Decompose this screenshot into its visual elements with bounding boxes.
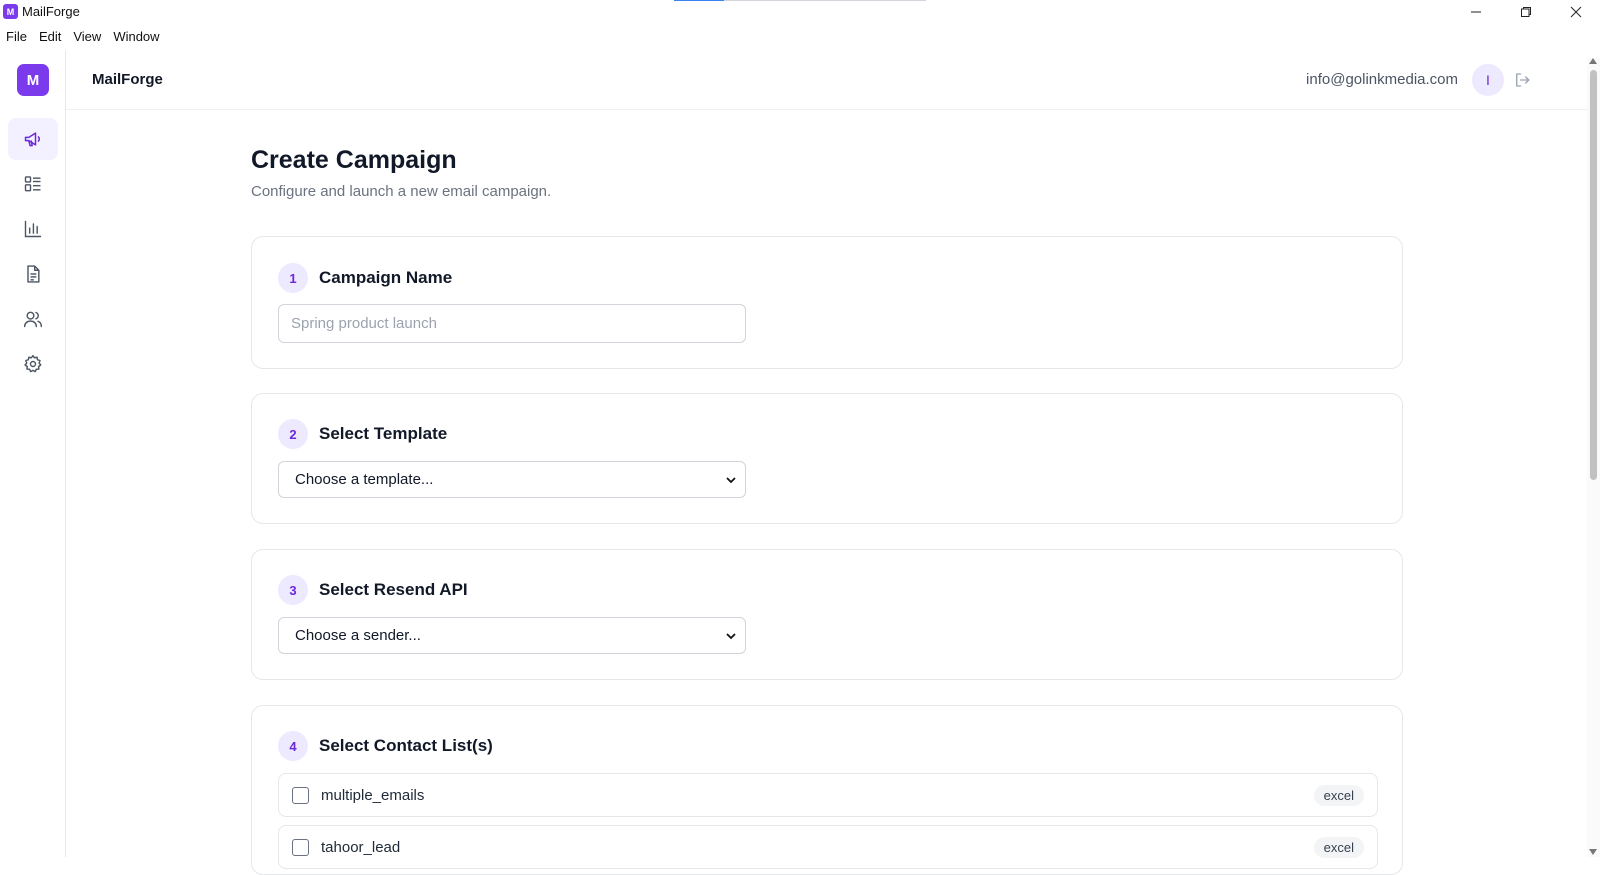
bar-chart-icon [24,220,42,238]
list-item[interactable]: tahoor_lead excel [278,825,1378,869]
sender-select[interactable]: Choose a sender... [278,617,746,654]
avatar[interactable]: I [1472,64,1504,96]
window-titlebar: M MailForge [0,0,1600,24]
page-title: Create Campaign [251,146,457,174]
users-icon [23,311,43,328]
list-icon [24,176,41,192]
close-icon [1570,6,1582,18]
card-title: Select Contact List(s) [319,736,493,755]
sidebar: M [0,50,66,857]
list-checkbox[interactable] [292,839,309,856]
step-number: 1 [278,263,308,293]
step-number: 2 [278,419,308,449]
contact-lists-card: 4 Select Contact List(s) multiple_emails… [251,705,1403,875]
loading-progress-fill [674,0,725,1]
scrollbar-thumb[interactable] [1590,70,1597,480]
document-icon [27,265,40,283]
sidebar-item-settings[interactable] [8,343,58,385]
loading-progress-bar [674,0,926,1]
scrollbar[interactable] [1587,58,1600,857]
minimize-button[interactable] [1453,0,1499,24]
card-title: Select Template [319,424,448,443]
template-select[interactable]: Choose a template... [278,461,746,498]
scroll-down-arrow[interactable] [1589,849,1597,855]
list-name: multiple_emails [321,787,425,804]
sidebar-item-campaigns[interactable] [8,118,58,160]
sidebar-item-templates[interactable] [8,253,58,295]
sender-card: 3 Select Resend API Choose a sender... [251,549,1403,680]
top-header: MailForge info@golinkmedia.com I [66,50,1600,110]
sender-select-value: Choose a sender... [295,627,421,644]
sidebar-item-analytics[interactable] [8,208,58,250]
sidebar-item-contacts[interactable] [8,298,58,340]
template-select-value: Choose a template... [295,471,434,488]
menu-view[interactable]: View [67,26,107,48]
step-number: 4 [278,731,308,761]
app-logo[interactable]: M [17,64,49,96]
app-icon: M [3,4,18,19]
minimize-icon [1471,11,1481,13]
megaphone-icon [24,132,41,147]
logout-icon [1516,73,1530,87]
list-checkbox[interactable] [292,787,309,804]
card-title: Select Resend API [319,580,468,599]
menu-window[interactable]: Window [107,26,165,48]
restore-button[interactable] [1503,0,1549,24]
campaign-name-card: 1 Campaign Name [251,236,1403,369]
user-email: info@golinkmedia.com [1306,71,1458,88]
list-type-badge: excel [1313,785,1364,806]
menu-edit[interactable]: Edit [33,26,67,48]
campaign-name-input[interactable] [278,304,746,343]
brand-name: MailForge [92,71,163,88]
scroll-up-arrow[interactable] [1589,58,1597,64]
window-title: MailForge [22,4,80,19]
menu-bar: File Edit View Window [0,26,166,48]
logout-button[interactable] [1512,70,1532,90]
list-type-badge: excel [1313,837,1364,858]
page-subtitle: Configure and launch a new email campaig… [251,183,552,200]
template-card: 2 Select Template Choose a template... [251,393,1403,524]
sidebar-item-lists[interactable] [8,163,58,205]
list-name: tahoor_lead [321,839,401,856]
menu-file[interactable]: File [0,26,33,48]
list-item[interactable]: multiple_emails excel [278,773,1378,817]
close-button[interactable] [1553,0,1599,24]
chevron-down-icon [726,477,736,484]
card-title: Campaign Name [319,268,453,287]
step-number: 3 [278,575,308,605]
gear-icon [24,354,42,373]
restore-icon [1521,7,1531,17]
chevron-down-icon [726,633,736,640]
